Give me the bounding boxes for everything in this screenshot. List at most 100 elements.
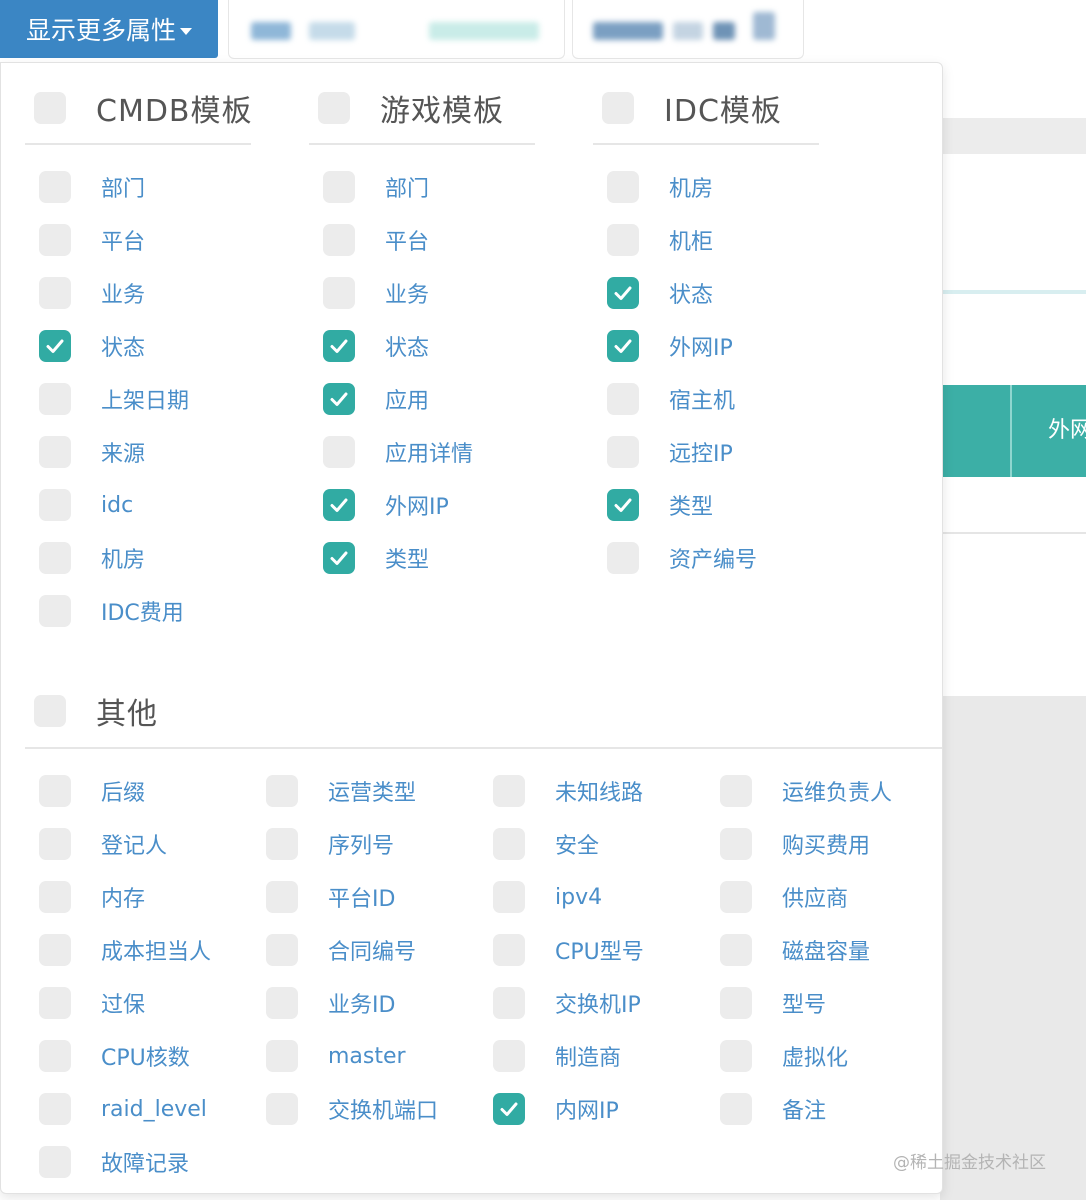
checkbox[interactable] — [266, 987, 298, 1019]
checkbox[interactable] — [493, 987, 525, 1019]
checkbox[interactable] — [39, 828, 71, 860]
checkbox-checked[interactable] — [607, 489, 639, 521]
checkbox[interactable] — [607, 171, 639, 203]
checkbox-checked[interactable] — [323, 330, 355, 362]
checkbox[interactable] — [607, 542, 639, 574]
checkbox[interactable] — [607, 224, 639, 256]
checkbox[interactable] — [323, 224, 355, 256]
attribute-option[interactable]: 部门 — [39, 169, 145, 205]
group-header-idc[interactable]: IDC模板 — [602, 86, 782, 130]
checkbox[interactable] — [493, 881, 525, 913]
attribute-option[interactable]: CPU型号 — [493, 932, 644, 968]
attribute-option[interactable]: 部门 — [323, 169, 429, 205]
attribute-option[interactable]: 状态 — [607, 275, 713, 311]
background-tab[interactable] — [228, 0, 565, 59]
attribute-option[interactable]: 过保 — [39, 985, 145, 1021]
checkbox-checked[interactable] — [607, 277, 639, 309]
attribute-option[interactable]: 型号 — [720, 985, 826, 1021]
attribute-option[interactable]: ipv4 — [493, 879, 602, 915]
checkbox[interactable] — [607, 436, 639, 468]
checkbox[interactable] — [720, 775, 752, 807]
attribute-option[interactable]: 业务ID — [266, 985, 395, 1021]
checkbox[interactable] — [39, 1146, 71, 1178]
attribute-option[interactable]: 运维负责人 — [720, 773, 892, 809]
attribute-option[interactable]: 业务 — [39, 275, 145, 311]
attribute-option[interactable]: 来源 — [39, 434, 145, 470]
checkbox[interactable] — [39, 277, 71, 309]
checkbox[interactable] — [39, 489, 71, 521]
checkbox-checked[interactable] — [323, 542, 355, 574]
attribute-option[interactable]: 虚拟化 — [720, 1038, 848, 1074]
checkbox[interactable] — [39, 881, 71, 913]
checkbox[interactable] — [39, 224, 71, 256]
checkbox[interactable] — [323, 171, 355, 203]
select-all-checkbox-game[interactable] — [318, 92, 350, 124]
attribute-option[interactable]: 类型 — [323, 540, 429, 576]
checkbox[interactable] — [266, 828, 298, 860]
attribute-option[interactable]: 类型 — [607, 487, 713, 523]
checkbox[interactable] — [720, 987, 752, 1019]
attribute-option[interactable]: 交换机端口 — [266, 1091, 438, 1127]
checkbox[interactable] — [266, 1093, 298, 1125]
checkbox[interactable] — [607, 383, 639, 415]
checkbox[interactable] — [266, 1040, 298, 1072]
checkbox[interactable] — [493, 1040, 525, 1072]
attribute-option[interactable]: 故障记录 — [39, 1144, 189, 1180]
checkbox[interactable] — [39, 595, 71, 627]
attribute-option[interactable]: 序列号 — [266, 826, 394, 862]
checkbox-checked[interactable] — [323, 383, 355, 415]
attribute-option[interactable]: 外网IP — [607, 328, 733, 364]
checkbox[interactable] — [39, 1040, 71, 1072]
attribute-option[interactable]: 远控IP — [607, 434, 733, 470]
attribute-option[interactable]: 平台 — [323, 222, 429, 258]
attribute-option[interactable]: 业务 — [323, 275, 429, 311]
attribute-option[interactable]: 状态 — [323, 328, 429, 364]
attribute-option[interactable]: CPU核数 — [39, 1038, 190, 1074]
checkbox[interactable] — [720, 934, 752, 966]
checkbox[interactable] — [39, 542, 71, 574]
background-tab[interactable] — [572, 0, 804, 59]
group-header-game[interactable]: 游戏模板 — [318, 86, 504, 130]
checkbox-checked[interactable] — [39, 330, 71, 362]
checkbox[interactable] — [39, 436, 71, 468]
checkbox[interactable] — [323, 436, 355, 468]
group-header-cmdb[interactable]: CMDB模板 — [34, 86, 253, 130]
attribute-option[interactable]: 登记人 — [39, 826, 167, 862]
attribute-option[interactable]: 交换机IP — [493, 985, 641, 1021]
attribute-option[interactable]: 平台ID — [266, 879, 395, 915]
checkbox[interactable] — [39, 383, 71, 415]
attribute-option[interactable]: 购买费用 — [720, 826, 870, 862]
attribute-option[interactable]: 合同编号 — [266, 932, 416, 968]
attribute-option[interactable]: 平台 — [39, 222, 145, 258]
attribute-option[interactable]: 应用 — [323, 381, 429, 417]
checkbox[interactable] — [266, 934, 298, 966]
checkbox[interactable] — [493, 828, 525, 860]
attribute-option[interactable]: 磁盘容量 — [720, 932, 870, 968]
checkbox[interactable] — [39, 171, 71, 203]
attribute-option[interactable]: 运营类型 — [266, 773, 416, 809]
attribute-option[interactable]: 供应商 — [720, 879, 848, 915]
checkbox[interactable] — [266, 881, 298, 913]
checkbox[interactable] — [493, 934, 525, 966]
show-more-attributes-button[interactable]: 显示更多属性 — [0, 0, 218, 58]
checkbox[interactable] — [266, 775, 298, 807]
attribute-option[interactable]: 宿主机 — [607, 381, 735, 417]
checkbox[interactable] — [720, 881, 752, 913]
attribute-option[interactable]: 成本担当人 — [39, 932, 211, 968]
attribute-option[interactable]: 备注 — [720, 1091, 826, 1127]
checkbox[interactable] — [39, 987, 71, 1019]
attribute-option[interactable]: 制造商 — [493, 1038, 621, 1074]
attribute-option[interactable]: 上架日期 — [39, 381, 189, 417]
checkbox[interactable] — [39, 934, 71, 966]
checkbox[interactable] — [39, 775, 71, 807]
attribute-option[interactable]: master — [266, 1038, 406, 1074]
group-header-other[interactable]: 其他 — [34, 689, 158, 733]
checkbox[interactable] — [720, 1093, 752, 1125]
select-all-checkbox-other[interactable] — [34, 695, 66, 727]
select-all-checkbox-idc[interactable] — [602, 92, 634, 124]
checkbox-checked[interactable] — [493, 1093, 525, 1125]
attribute-option[interactable]: 内网IP — [493, 1091, 619, 1127]
attribute-option[interactable]: 机房 — [39, 540, 145, 576]
attribute-option[interactable]: 机柜 — [607, 222, 713, 258]
attribute-option[interactable]: 机房 — [607, 169, 713, 205]
